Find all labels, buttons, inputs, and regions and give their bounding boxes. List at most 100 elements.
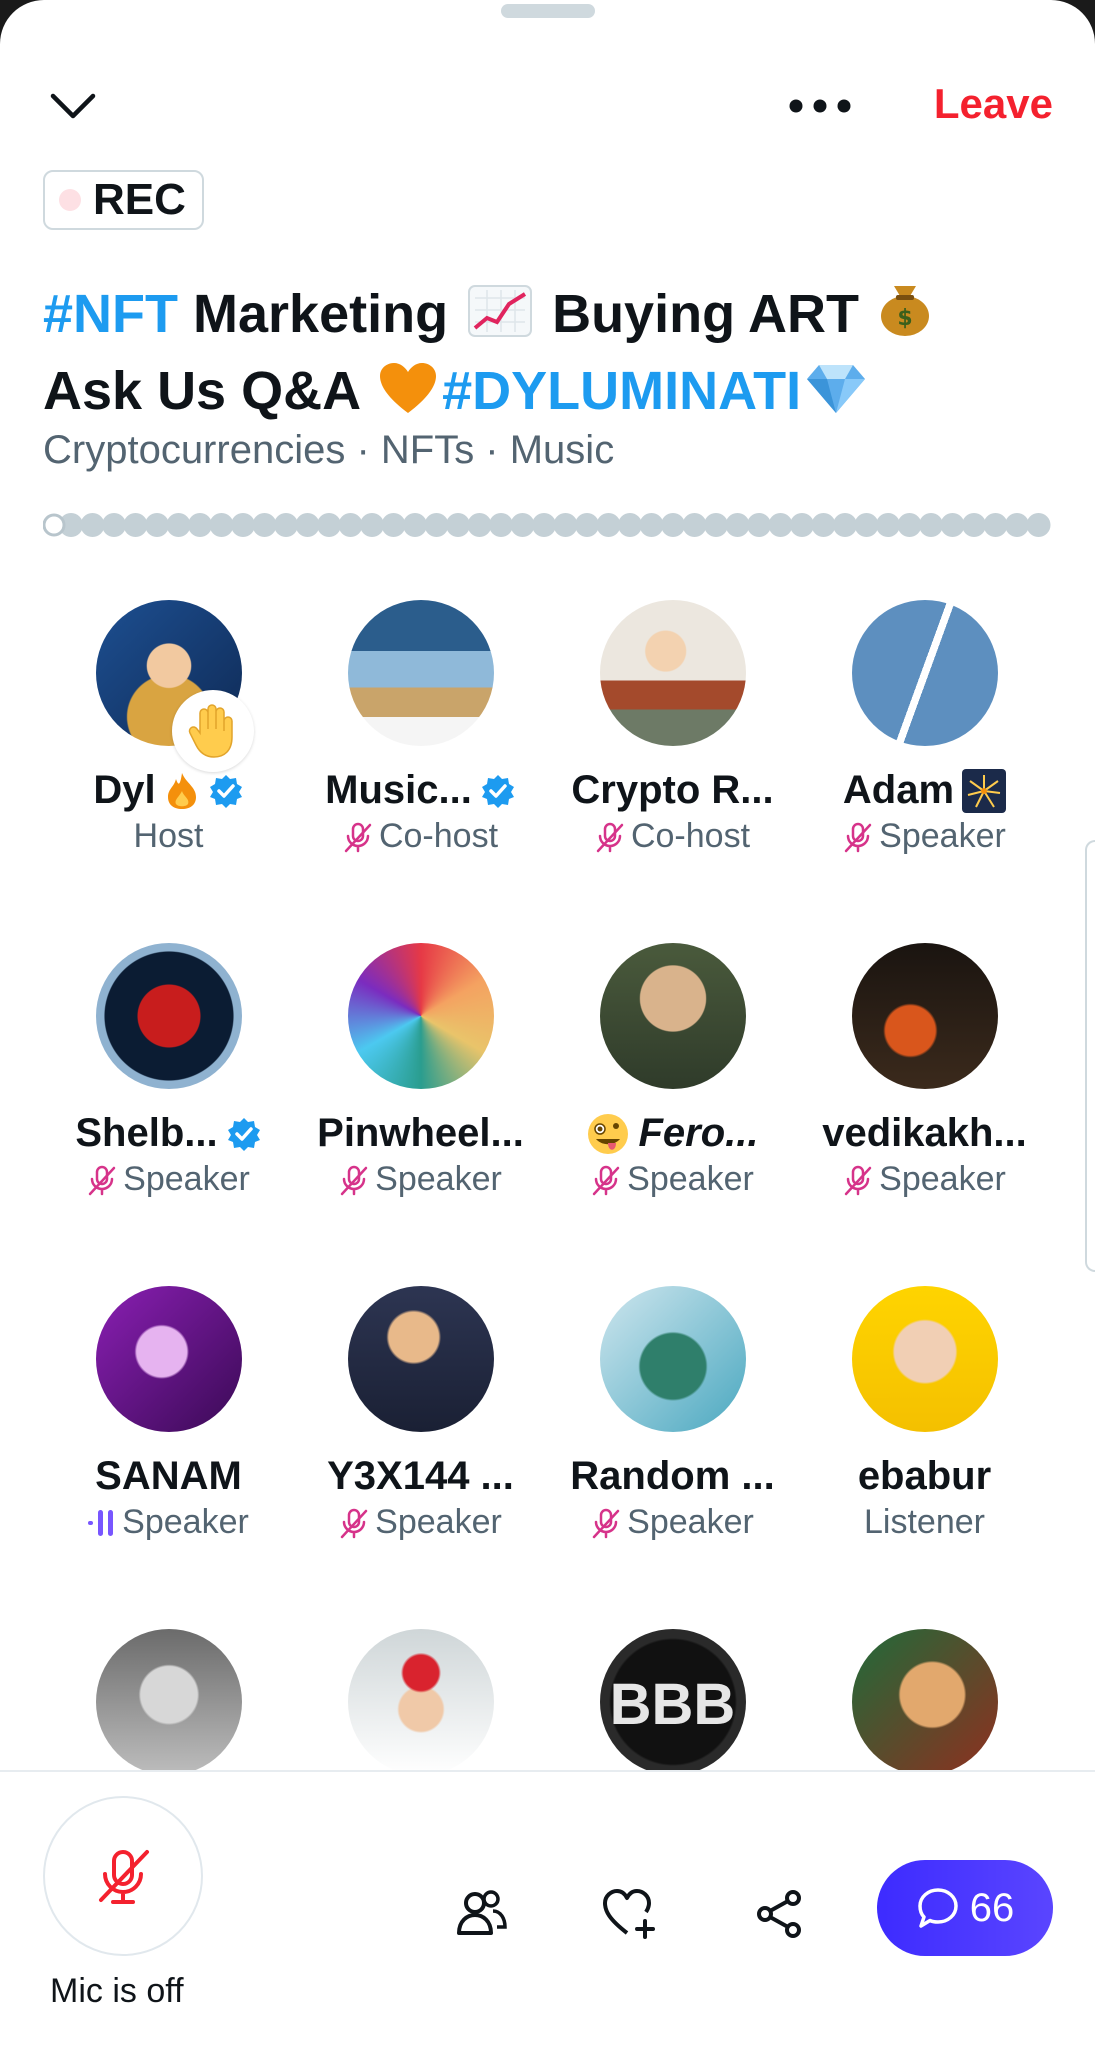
avatar[interactable]: [95, 1286, 242, 1432]
bottom-controls: Mic is off 66: [0, 1770, 1095, 2048]
wave-dot: [102, 513, 126, 537]
wave-dot: [424, 513, 449, 537]
wave-dot: [747, 513, 771, 537]
participant-role-row: Host: [42, 817, 295, 856]
wave-dot: [510, 513, 535, 537]
wave-dot: [854, 513, 879, 537]
mic-toggle-button[interactable]: [43, 1796, 203, 1956]
avatar[interactable]: [851, 1286, 998, 1432]
avatar[interactable]: [599, 600, 746, 746]
avatar[interactable]: [599, 1286, 746, 1432]
verified-badge-icon: [227, 1117, 260, 1151]
participant-name: Crypto R...: [571, 768, 774, 812]
fire-emoji-icon: [167, 772, 196, 809]
participant-role: Speaker: [123, 1160, 250, 1198]
wave-dot: [381, 513, 406, 537]
space-sheet: Leave REC #NFT Marketing Buying ART $ Ask…: [0, 0, 1095, 2048]
wave-dot: [639, 513, 664, 537]
share-icon: [757, 1890, 801, 1938]
wave-dot: [489, 513, 513, 537]
avatar[interactable]: BBB: [599, 1629, 746, 1775]
participant-tile[interactable]: [294, 1629, 547, 1775]
avatar[interactable]: [851, 1629, 998, 1775]
react-button[interactable]: [598, 1882, 662, 1946]
participant-name: Music...: [325, 768, 472, 812]
participant-role: Speaker: [375, 1503, 502, 1541]
avatar[interactable]: [347, 600, 494, 746]
side-scroll-handle[interactable]: [1085, 840, 1095, 1272]
participant-tile[interactable]: [42, 1629, 295, 1775]
money-bag-emoji-icon: $: [878, 278, 932, 356]
more-options-button[interactable]: [782, 86, 858, 126]
wave-dot: [876, 513, 900, 537]
hashtag-link[interactable]: #DYLUMINATI: [442, 361, 801, 421]
participant-role-row: Speaker: [294, 1160, 547, 1199]
wave-dot: [682, 513, 707, 537]
participant-name: vedikakh...: [822, 1111, 1027, 1155]
avatar-text: BBB: [609, 1672, 736, 1737]
participant-tile[interactable]: Random ... Speaker: [546, 1286, 799, 1542]
leave-button[interactable]: Leave: [934, 80, 1053, 128]
collapse-button[interactable]: [48, 86, 98, 126]
participant-tile[interactable]: vedikakh... Speaker: [798, 943, 1051, 1199]
participant-tile[interactable]: Y3X144 ... Speaker: [294, 1286, 547, 1542]
rec-label: REC: [93, 175, 186, 224]
participant-role: Speaker: [879, 817, 1006, 855]
more-dots-icon: [789, 99, 851, 113]
participant-role: Speaker: [122, 1503, 249, 1541]
participant-role: Co-host: [378, 817, 499, 855]
participants-button[interactable]: [450, 1882, 514, 1946]
wave-dot: [166, 513, 191, 537]
wave-dot: [833, 513, 857, 537]
mic-muted-icon: [844, 1165, 872, 1195]
space-title: #NFT Marketing Buying ART $ Ask Us Q&A #D…: [43, 278, 1053, 433]
share-button[interactable]: [748, 1882, 812, 1946]
avatar[interactable]: [599, 943, 746, 1089]
chart-increasing-emoji-icon: [467, 284, 533, 356]
speaking-bars-icon: [88, 1509, 114, 1536]
avatar[interactable]: [851, 600, 998, 746]
participant-tile[interactable]: Crypto R... Co-host: [546, 600, 799, 856]
avatar[interactable]: [95, 943, 242, 1089]
avatar[interactable]: [851, 943, 998, 1089]
participant-tile[interactable]: BBB: [546, 1629, 799, 1775]
wave-dot: [145, 513, 169, 537]
participant-tile[interactable]: [798, 1629, 1051, 1775]
avatar[interactable]: [347, 943, 494, 1089]
wave-dot: [553, 513, 578, 537]
participant-tile[interactable]: Shelb... Speaker: [42, 943, 295, 1199]
avatar[interactable]: [347, 1629, 494, 1775]
svg-text:$: $: [897, 306, 912, 331]
audio-progress-wave: [43, 513, 1051, 537]
participant-role-row: Co-host: [546, 817, 799, 856]
participant-tile[interactable]: ebabur Listener: [798, 1286, 1051, 1542]
participant-tile[interactable]: Music... Co-host: [294, 600, 547, 856]
participant-tile[interactable]: Adam Speaker: [798, 600, 1051, 856]
participant-name-row: Fero...: [546, 1111, 799, 1156]
participant-role-row: Speaker: [798, 817, 1051, 856]
avatar[interactable]: [95, 1629, 242, 1775]
participant-name: Adam: [842, 768, 955, 812]
comment-count: 66: [969, 1885, 1015, 1930]
hashtag-link[interactable]: #NFT: [43, 284, 178, 344]
wave-dot: [919, 513, 943, 537]
mic-muted-icon: [844, 822, 872, 852]
participant-role-row: Speaker: [294, 1503, 547, 1542]
wave-dot: [338, 513, 363, 537]
sheet-grabber[interactable]: [501, 4, 595, 18]
wave-dot: [295, 513, 320, 537]
participant-name: ebabur: [857, 1454, 992, 1498]
wave-dot: [618, 513, 642, 537]
participant-tile[interactable]: Pinwheel... Speaker: [294, 943, 547, 1199]
wave-dot: [80, 513, 105, 537]
wave-dot: [962, 513, 986, 537]
participant-tile[interactable]: SANAM Speaker: [42, 1286, 295, 1542]
participant-tile[interactable]: Fero... Speaker: [546, 943, 799, 1199]
wave-dot: [123, 513, 148, 537]
wave-dot: [1005, 513, 1029, 537]
avatar[interactable]: [347, 1286, 494, 1432]
comments-button[interactable]: 66: [877, 1860, 1053, 1956]
participant-role-row: Speaker: [42, 1160, 295, 1199]
participant-name: SANAM: [95, 1454, 242, 1498]
participant-tile[interactable]: Dyl Host: [42, 600, 295, 856]
